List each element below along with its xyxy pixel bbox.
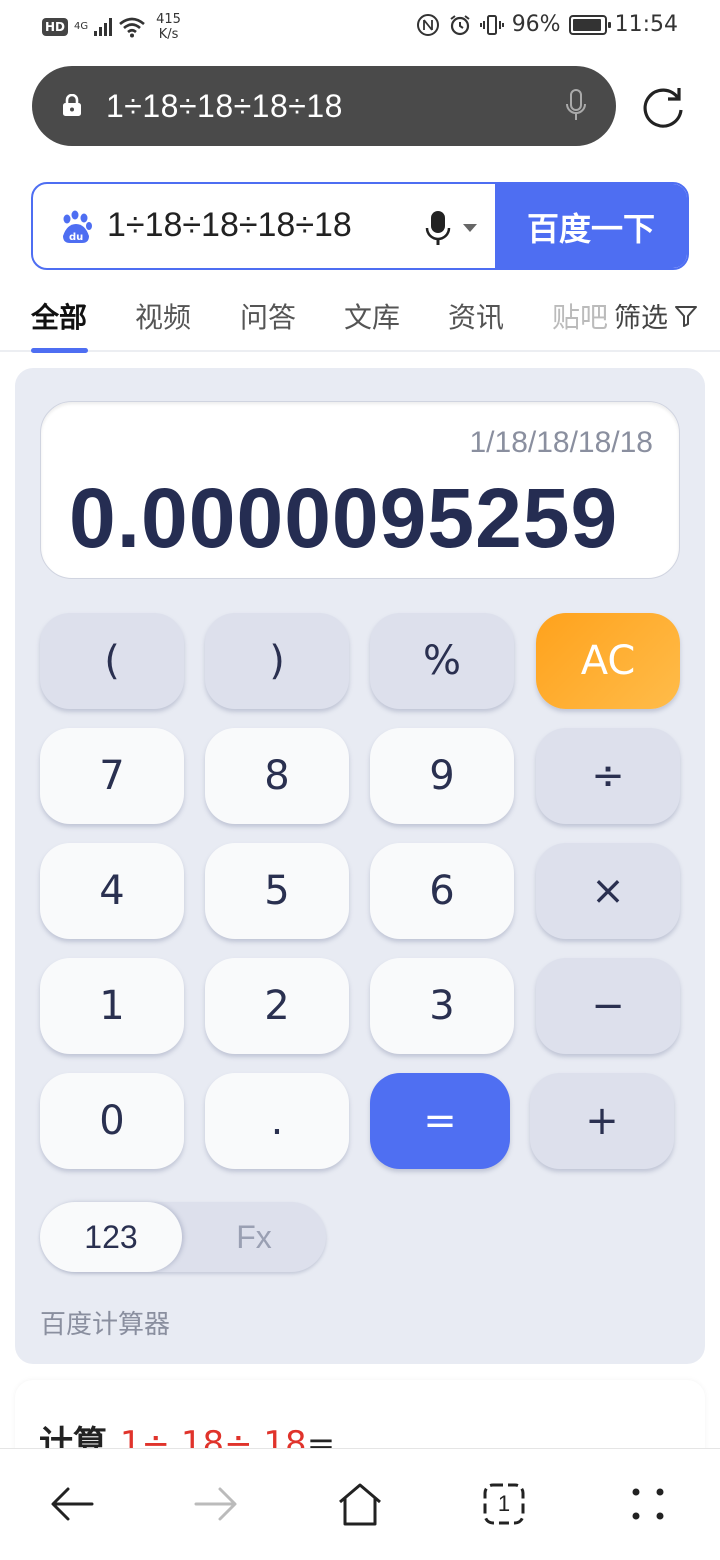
filter-button[interactable]: 筛选 — [610, 296, 698, 335]
key-3[interactable]: 3 — [370, 958, 514, 1054]
network-type: 4G — [74, 21, 89, 32]
nfc-icon — [416, 13, 439, 36]
search-box[interactable]: du 1÷18÷18÷18÷18 百度一下 — [31, 182, 689, 270]
mic-icon[interactable] — [564, 88, 588, 124]
home-button[interactable] — [335, 1479, 385, 1529]
lock-icon — [63, 94, 81, 116]
mode-fx-button[interactable]: Fx — [182, 1202, 326, 1272]
search-button[interactable]: 百度一下 — [495, 184, 687, 268]
calculator-brand-label: 百度计算器 — [40, 1310, 171, 1340]
key-6[interactable]: 6 — [370, 843, 514, 939]
calculator-expression: 1/18/18/18/18 — [469, 426, 653, 459]
menu-dots-icon — [632, 1488, 664, 1520]
hd-badge: HD — [42, 18, 69, 36]
url-bar[interactable]: 1÷18÷18÷18÷18 — [32, 66, 616, 146]
battery-icon — [568, 14, 611, 35]
refresh-icon[interactable] — [640, 84, 686, 130]
mode-basic-button[interactable]: 123 — [40, 1202, 182, 1272]
voice-search-icon[interactable] — [425, 210, 451, 248]
tab-qa[interactable]: 问答 — [240, 296, 296, 336]
alarm-icon — [450, 14, 470, 35]
bottom-navigation: 1 — [0, 1448, 720, 1560]
key-8[interactable]: 8 — [205, 728, 349, 824]
calculator-display: 1/18/18/18/18 0.0000095259 — [40, 401, 680, 579]
key-5[interactable]: 5 — [205, 843, 349, 939]
key-left-paren[interactable]: ( — [40, 613, 184, 709]
tab-count: 1 — [497, 1491, 511, 1516]
clock: 11:54 — [614, 12, 678, 37]
url-text[interactable]: 1÷18÷18÷18÷18 — [106, 88, 343, 125]
key-2[interactable]: 2 — [205, 958, 349, 1054]
key-0[interactable]: 0 — [40, 1073, 184, 1169]
back-button[interactable] — [47, 1479, 97, 1529]
filter-icon — [675, 305, 697, 327]
forward-button[interactable] — [191, 1479, 241, 1529]
key-divide[interactable]: ÷ — [536, 728, 680, 824]
tab-library[interactable]: 文库 — [344, 296, 400, 336]
network-speed: 415 K/s — [156, 12, 181, 42]
calculator-card: 1/18/18/18/18 0.0000095259 ( ) % AC 7 8 … — [15, 368, 705, 1364]
wifi-icon — [119, 17, 145, 38]
baidu-logo-icon: du — [63, 210, 92, 243]
voice-dropdown-icon[interactable] — [463, 224, 477, 232]
vibrate-icon — [479, 14, 504, 35]
back-arrow-icon — [51, 1487, 94, 1521]
filter-label: 筛选 — [614, 303, 668, 334]
key-clear[interactable]: AC — [536, 613, 680, 709]
key-right-paren[interactable]: ) — [205, 613, 349, 709]
active-tab-indicator — [31, 348, 88, 353]
search-input[interactable]: 1÷18÷18÷18÷18 — [107, 206, 352, 245]
key-1[interactable]: 1 — [40, 958, 184, 1054]
tabs-button[interactable]: 1 — [479, 1479, 529, 1529]
key-plus[interactable]: + — [530, 1073, 674, 1169]
calculator-mode-toggle[interactable]: 123 Fx — [40, 1202, 326, 1272]
svg-text:du: du — [69, 232, 83, 243]
calculator-result: 0.0000095259 — [69, 471, 619, 565]
key-7[interactable]: 7 — [40, 728, 184, 824]
signal-icon — [94, 18, 113, 36]
tab-video[interactable]: 视频 — [135, 296, 191, 336]
forward-arrow-icon — [194, 1487, 237, 1521]
status-bar: HD 4G 415 K/s 96% 11:54 — [0, 0, 720, 52]
key-multiply[interactable]: × — [536, 843, 680, 939]
key-percent[interactable]: % — [370, 613, 514, 709]
tab-tieba[interactable]: 贴吧 — [552, 296, 608, 336]
key-minus[interactable]: − — [536, 958, 680, 1054]
home-icon — [339, 1483, 381, 1526]
search-tabs: 全部 视频 问答 文库 资讯 贴吧 筛选 — [0, 290, 720, 353]
speed-value: 415 — [156, 12, 181, 27]
tab-all[interactable]: 全部 — [31, 296, 87, 336]
key-dot[interactable]: . — [205, 1073, 349, 1169]
key-4[interactable]: 4 — [40, 843, 184, 939]
menu-button[interactable] — [623, 1479, 673, 1529]
key-9[interactable]: 9 — [370, 728, 514, 824]
status-right: 96% 11:54 — [416, 12, 678, 37]
status-left: HD 4G 415 K/s — [42, 12, 181, 42]
tab-news[interactable]: 资讯 — [448, 296, 504, 336]
key-equals[interactable]: = — [370, 1073, 510, 1169]
battery-percent: 96% — [511, 12, 561, 37]
speed-unit: K/s — [158, 27, 179, 42]
